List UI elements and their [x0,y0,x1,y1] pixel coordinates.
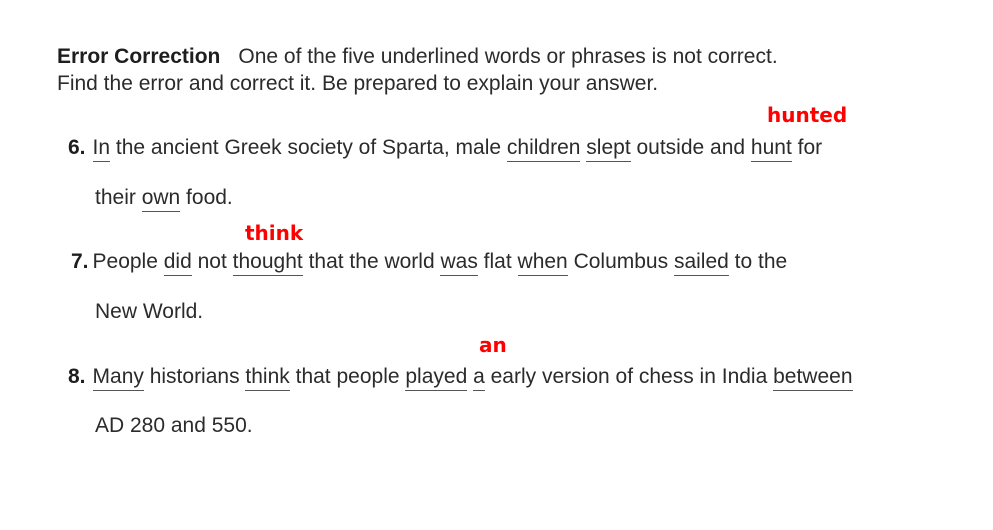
item-number: 8. [68,365,86,388]
underlined-phrase: In [92,136,111,162]
item-text: flat [477,250,518,273]
underlined-phrase: Many [92,365,144,391]
exercise-item-8-continuation: AD 280 and 550. [95,414,253,438]
instructions-text-line1: One of the five underlined words or phra… [238,45,778,68]
exercise-item-6-continuation: their own food. [95,186,233,212]
item-text: Columbus [567,250,674,273]
correction-annotation-8: an [479,333,507,357]
exercise-item-8: 8. Many historians think that people play… [68,365,853,391]
underlined-phrase: played [405,365,468,391]
exercise-item-7-continuation: New World. [95,300,203,324]
instructions-text-line2: Find the error and correct it. Be prepar… [57,72,659,95]
item-number: 7. [71,250,89,273]
item-text: historians [143,365,246,388]
item-text: outside and [630,136,751,159]
item-text: the ancient Greek society of Sparta, mal… [110,136,507,159]
item-text: not [191,250,233,273]
underlined-phrase: think [245,365,290,391]
item-text: People [92,250,164,273]
underlined-phrase: own [141,186,181,212]
item-text: New World. [95,300,204,323]
underlined-phrase: thought [232,250,303,276]
exercise-item-7: 7. People did not thought that the world … [71,250,788,276]
item-text: early version of chess in India [484,365,774,388]
underlined-phrase: when [517,250,568,276]
underlined-phrase: hunt [750,136,792,162]
instructions-block: Error Correction One of the five underlin… [57,43,957,97]
item-text: for [791,136,823,159]
item-text: AD 280 and 550. [95,414,253,437]
item-text: food. [180,186,233,209]
underlined-phrase: sailed [673,250,729,276]
correction-annotation-7: think [245,221,304,245]
correction-annotation-6: hunted [767,103,848,127]
section-heading: Error Correction [57,45,221,68]
exercise-item-6: 6. In the ancient Greek society of Sparta… [68,136,823,162]
item-text: that the world [302,250,441,273]
underlined-phrase: did [163,250,192,276]
underlined-phrase: a [473,365,485,391]
item-number: 6. [68,136,86,159]
underlined-phrase: slept [586,136,631,162]
item-text: that people [289,365,406,388]
underlined-phrase: children [506,136,581,162]
underlined-phrase: between [773,365,853,391]
item-text: to the [728,250,788,273]
underlined-phrase: was [440,250,478,276]
item-text: their [95,186,142,209]
